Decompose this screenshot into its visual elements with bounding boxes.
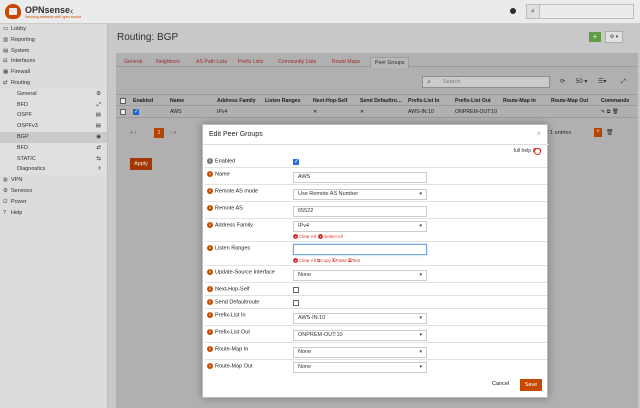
info-icon[interactable]: i	[207, 363, 213, 369]
field-label: Enabled	[215, 158, 236, 165]
info-icon[interactable]: i	[207, 286, 213, 292]
info-icon[interactable]: i	[207, 222, 213, 228]
clear-icon: ×	[293, 234, 298, 239]
remote-as-mode-select[interactable]: Use Remote AS Number	[293, 189, 427, 200]
route-map-in-select[interactable]: None	[293, 347, 427, 358]
form-row-prefix-out: i Prefix-List Out ONPREM-OUT:10	[205, 327, 547, 343]
send-defaultroute-checkbox[interactable]	[293, 300, 299, 308]
info-icon[interactable]: i	[207, 205, 213, 211]
listen-ranges-input[interactable]	[293, 244, 427, 255]
field-label: Route-Map Out	[215, 363, 253, 370]
info-icon[interactable]: i	[207, 188, 213, 194]
field-label: Address Family	[215, 222, 253, 229]
form-row-enabled: i Enabled	[205, 156, 547, 168]
text-link[interactable]: ▤Text	[348, 258, 360, 263]
name-input[interactable]: AWS	[293, 172, 427, 183]
full-help-label: full help	[513, 148, 531, 154]
full-help-toggle[interactable]: full help	[513, 148, 541, 156]
select-all-link[interactable]: + Select All	[318, 234, 343, 239]
field-label: Prefix-List Out	[215, 329, 250, 336]
form-row-remote-as-mode: i Remote AS mode Use Remote AS Number	[205, 186, 547, 202]
field-label: Prefix-List In	[215, 312, 246, 319]
dialog-divider	[203, 144, 549, 145]
address-family-select[interactable]: IPv4	[293, 221, 427, 232]
field-label: Remote AS mode	[215, 188, 259, 195]
field-label: Remote AS	[215, 205, 243, 212]
paste-link[interactable]: ▣Paste	[332, 258, 347, 263]
form-row-next-hop-self: i Next-Hop-Self	[205, 284, 547, 296]
form-row-name: i Name AWS	[205, 169, 547, 185]
info-icon[interactable]: i	[207, 171, 213, 177]
info-icon[interactable]: i	[207, 158, 213, 164]
form-row-send-defaultroute: i Send Defaultroute	[205, 297, 547, 309]
remote-as-input[interactable]: 65522	[293, 206, 427, 217]
next-hop-self-checkbox[interactable]	[293, 287, 299, 295]
info-icon[interactable]: i	[207, 299, 213, 305]
info-icon[interactable]: i	[207, 346, 213, 352]
field-label: Send Defaultroute	[215, 299, 260, 306]
info-icon[interactable]: i	[207, 329, 213, 335]
form-row-route-map-out: i Route-Map Out None	[205, 361, 547, 375]
edit-peer-groups-dialog: Edit Peer Groups × full help iEnabled iN…	[202, 124, 549, 398]
form-row-listen-ranges: i Listen Ranges × Clear All ⧉Copy ▣Paste ▤…	[205, 243, 547, 266]
route-map-out-select[interactable]: None	[293, 362, 427, 373]
toggle-icon[interactable]	[533, 148, 541, 156]
info-icon[interactable]: i	[207, 245, 213, 251]
add-icon: +	[318, 234, 324, 239]
info-icon[interactable]: i	[207, 269, 213, 275]
form-row-prefix-in: i Prefix-List In AWS-IN:10	[205, 310, 547, 326]
info-icon[interactable]: i	[207, 312, 213, 318]
field-label: Listen Ranges	[215, 245, 251, 252]
field-label: Next-Hop-Self	[215, 286, 250, 293]
clear-all-link[interactable]: × Clear All	[293, 234, 316, 239]
clear-icon: ×	[293, 258, 298, 263]
update-source-select[interactable]: None	[293, 270, 427, 281]
dialog-title: Edit Peer Groups	[209, 131, 263, 138]
field-label: Name	[215, 171, 230, 178]
cancel-button[interactable]: Cancel	[492, 381, 509, 387]
form-row-route-map-in: i Route-Map In None	[205, 344, 547, 360]
close-icon[interactable]: ×	[536, 129, 541, 138]
enabled-checkbox[interactable]	[293, 158, 299, 167]
form-row-remote-as: i Remote AS 65522	[205, 203, 547, 219]
clear-all-link[interactable]: × Clear All	[293, 258, 316, 263]
prefix-list-in-select[interactable]: AWS-IN:10	[293, 313, 427, 324]
save-button[interactable]: Save	[520, 379, 542, 391]
prefix-list-out-select[interactable]: ONPREM-OUT:10	[293, 330, 427, 341]
field-label: Route-Map In	[215, 346, 249, 353]
field-label: Update-Source Interface	[215, 269, 275, 276]
form-row-address-family: iAddress Family IPv4 ×Clear All +Select …	[205, 220, 547, 242]
form-row-update-source: i Update-Source Interface None	[205, 267, 547, 283]
copy-link[interactable]: ⧉Copy	[317, 258, 331, 263]
